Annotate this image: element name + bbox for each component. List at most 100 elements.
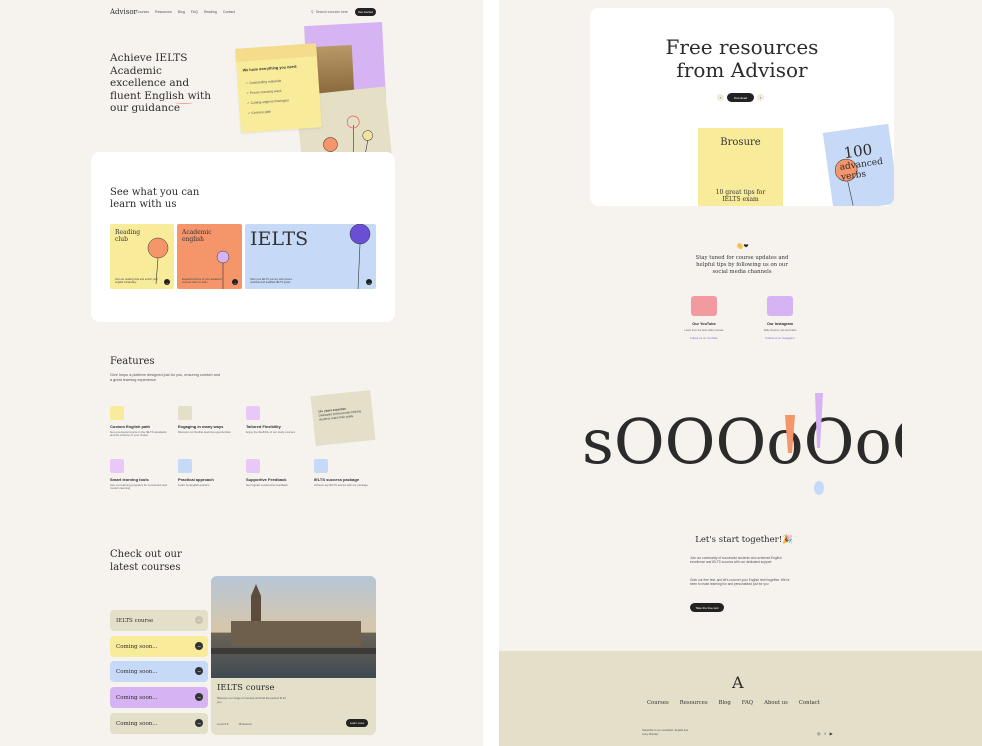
feature-flexibility: Tailored Flexibility Enjoy the flexibili… [246, 406, 306, 434]
exclamation-dot-blue [814, 481, 824, 495]
courses-title: Check out our latest courses [110, 549, 182, 573]
nav-link-resources[interactable]: Resources [155, 10, 172, 14]
feature-custom-path: Custom English path Get a personal cours… [110, 406, 170, 438]
instagram-icon [767, 296, 793, 316]
hero-title: Achieve IELTS Academic excellence and fl… [110, 52, 211, 114]
learn-title: See what you can learn with us [110, 187, 200, 210]
instagram-link[interactable]: Follow us on Instagram [745, 336, 815, 340]
social-desc: Daily lessons, tips and tricks [763, 329, 797, 332]
arrow-right-icon[interactable]: → [366, 279, 372, 285]
note-item: ✓ Outstanding materials [245, 78, 282, 86]
arrow-right-icon[interactable]: → [164, 279, 170, 285]
search-icon: ⚲ [311, 10, 314, 14]
footer-link-contact[interactable]: Contact [799, 700, 820, 706]
youtube-link[interactable]: Follow us on YouTube [669, 336, 739, 340]
verbs-card[interactable]: 100 advanced verbs [822, 123, 894, 206]
tile-reading-club[interactable]: Reading club Join our reading club and e… [110, 224, 174, 289]
pill-label: Coming soon... [116, 694, 158, 701]
youtube-icon[interactable]: ▶ [830, 731, 833, 736]
brochure-card[interactable]: Brosure 10 great tips for IELTS exam [698, 128, 783, 206]
resources-controls: ‹ Download › [717, 93, 764, 102]
start-paragraph-1: Join our community of successful student… [690, 556, 782, 565]
free-test-button[interactable]: Take the free test [690, 603, 724, 612]
course-pill-coming-soon[interactable]: Coming soon... → [110, 687, 208, 708]
footer-link-blog[interactable]: Blog [719, 700, 731, 706]
youtube-icon [691, 296, 717, 316]
building-photo [313, 45, 355, 95]
brochure-subtitle: 10 great tips for IELTS exam [715, 189, 766, 203]
course-card-title: IELTS course [217, 683, 275, 693]
learn-section: See what you can learn with us Reading c… [91, 152, 395, 322]
features-subtitle: Give Inspo a platform designed just for … [110, 373, 220, 382]
flower-icon [147, 237, 169, 284]
tile-ielts[interactable]: IELTS Start your IELTS journey with prov… [245, 224, 376, 289]
prev-arrow-icon[interactable]: ‹ [717, 94, 724, 101]
top-nav: Advisor Courses Resources Blog FAQ Readi… [0, 0, 483, 26]
feature-name: Tailored Flexibility [246, 424, 281, 429]
footer-logo[interactable]: A [732, 673, 744, 692]
arrow-right-icon[interactable]: → [232, 279, 238, 285]
feature-desc: Use our learning programs for convenient… [110, 483, 167, 491]
landing-page-bottom: Free resources from Advisor ‹ Download ›… [499, 0, 982, 746]
resources-title: Free resources from Advisor [665, 35, 819, 82]
instagram-icon[interactable]: ◎ [817, 731, 821, 736]
course-level: Level 5.5 [217, 722, 229, 726]
nav-link-blog[interactable]: Blog [178, 10, 185, 14]
course-card-desc: Discover our range of courses and find t… [217, 696, 287, 704]
instagram-block: Our Instagram Daily lessons, tips and tr… [745, 296, 815, 340]
feature-desc: Enjoy the flexibility of our study cours… [246, 430, 295, 434]
download-button[interactable]: Download [727, 93, 754, 102]
footer-link-faq[interactable]: FAQ [742, 700, 753, 706]
tape-strip [235, 43, 317, 62]
target-icon [178, 459, 192, 473]
footer-link-courses[interactable]: Courses [647, 700, 669, 706]
feature-name: Engaging in many ways [178, 424, 224, 429]
learn-more-button[interactable]: Learn more [346, 719, 368, 727]
youtube-block: Our YouTube Learn from the best video co… [669, 296, 739, 340]
search-input[interactable]: ⚲ Search courses here [311, 8, 353, 16]
course-pill-coming-soon[interactable]: Coming soon... → [110, 713, 208, 734]
footer-social: ◎ f ▶ [817, 731, 833, 736]
stay-tuned-text: Stay tuned for course updates and helpfu… [695, 255, 789, 275]
get-started-button[interactable]: Get started [355, 8, 376, 16]
resources-section: Free resources from Advisor ‹ Download ›… [590, 8, 894, 206]
sticky-note-yellow: We have everything you need: ✓ Outstandi… [235, 43, 322, 133]
facebook-icon[interactable]: f [825, 731, 826, 736]
course-pill-coming-soon[interactable]: Coming soon... → [110, 636, 208, 657]
tile-title: Reading club [115, 229, 141, 243]
footer-link-about[interactable]: About us [764, 700, 788, 706]
heart-icon [246, 459, 260, 473]
feature-desc: Get a personal course in the IELTS stand… [110, 430, 167, 438]
feature-name: Practical approach [178, 477, 214, 482]
tile-desc: Join our reading club and enrich your en… [115, 278, 158, 284]
course-pill-ielts[interactable]: IELTS course → [110, 610, 208, 631]
tile-academic-english[interactable]: Academic english Expand horizons of your… [177, 224, 242, 289]
social-name: Our Instagram [767, 322, 793, 326]
feature-name: Supportive Feedback [246, 477, 287, 482]
wave-heart-emoji: 👋❤ [736, 244, 749, 250]
feature-smart-tools: Smart learning tools Use our learning pr… [110, 459, 170, 491]
trophy-icon [314, 459, 328, 473]
tile-desc: Start your IELTS journey with proven met… [250, 278, 293, 284]
course-pill-coming-soon[interactable]: Coming soon... → [110, 661, 208, 682]
arrow-right-icon: → [195, 719, 203, 727]
footer-link-resources[interactable]: Resources [680, 700, 708, 706]
nav-link-contact[interactable]: Contact [223, 10, 235, 14]
logo[interactable]: Advisor [110, 8, 137, 16]
feature-desc: Get regular constructive feedback [246, 483, 288, 487]
nav-link-reading[interactable]: Reading [204, 10, 217, 14]
brochure-title: Brosure [720, 137, 761, 148]
hero-underline-decor [175, 101, 193, 104]
landing-page-top: Advisor Courses Resources Blog FAQ Readi… [0, 0, 483, 746]
next-arrow-icon[interactable]: › [757, 94, 764, 101]
arrow-right-icon: → [195, 667, 203, 675]
pill-label: IELTS course [116, 617, 154, 624]
nav-link-courses[interactable]: Courses [136, 10, 149, 14]
sooo-wordmark: sOOOoOoO [582, 393, 902, 495]
arrow-right-icon: → [195, 693, 203, 701]
tile-desc: Expand horizons of your academic success… [182, 278, 222, 284]
course-meta: Level 5.5 18 lessons [217, 722, 252, 726]
feature-practical: Practical approach Learn by English prac… [178, 459, 238, 487]
nav-link-faq[interactable]: FAQ [191, 10, 198, 14]
note-heading: We have everything you need: [242, 64, 298, 73]
